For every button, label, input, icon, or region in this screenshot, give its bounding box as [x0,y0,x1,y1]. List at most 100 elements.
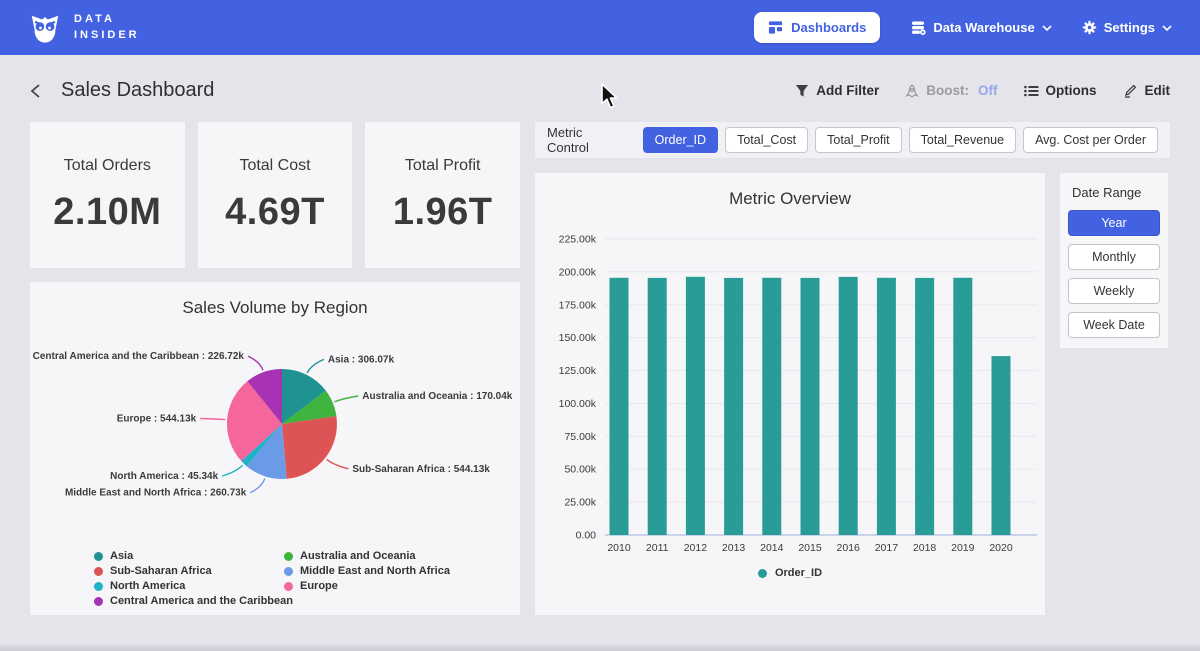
bar-2015[interactable] [801,278,820,535]
metric-option-total-revenue[interactable]: Total_Revenue [909,127,1016,153]
pie-legend-item-australia-and-oceania: Australia and Oceania [284,550,520,562]
header-actions: Add Filter Boost: Off Options [795,83,1170,98]
date-range-option-weekly[interactable]: Weekly [1068,278,1160,304]
pie-slice-label: Middle East and North Africa : 260.73k [65,488,247,499]
bar-2016[interactable] [839,277,858,535]
x-axis-tick: 2019 [951,542,975,554]
kpi-card-total-cost: Total Cost 4.69T [198,122,353,268]
bar-chart-card: Metric Overview 0.0025.00k50.00k75.00k10… [535,173,1045,615]
legend-dot [284,567,293,576]
add-filter-button[interactable]: Add Filter [795,83,879,98]
bar-chart[interactable]: 0.0025.00k50.00k75.00k100.00k125.00k150.… [535,211,1045,563]
boost-toggle[interactable]: Boost: Off [905,83,997,98]
nav-settings[interactable]: Settings [1082,20,1172,35]
y-axis-tick: 225.00k [559,234,597,246]
metric-option-total-cost[interactable]: Total_Cost [725,127,808,153]
chevron-down-icon [1162,25,1172,31]
gear-icon [1082,20,1097,35]
x-axis-tick: 2010 [607,542,631,554]
chevron-left-icon [30,83,41,99]
options-button[interactable]: Options [1024,83,1097,98]
pie-slice-sub-saharan-africa[interactable] [282,416,337,479]
options-label: Options [1046,83,1097,98]
bar-2018[interactable] [915,278,934,535]
bar-2012[interactable] [686,277,705,535]
y-axis-tick: 50.00k [564,464,596,476]
bar-2013[interactable] [724,278,743,535]
pie-slice-label: Asia : 306.07k [328,354,395,365]
charts-row: Metric Overview 0.0025.00k50.00k75.00k10… [535,173,1170,615]
bar-2019[interactable] [953,278,972,535]
brand-text: DATA INSIDER [74,12,140,44]
date-range-option-monthly[interactable]: Monthly [1068,244,1160,270]
nav-data-warehouse[interactable]: Data Warehouse [910,20,1051,36]
pie-legend-item-middle-east-and-north-africa: Middle East and North Africa [284,565,520,577]
legend-label: Order_ID [775,567,822,579]
legend-label: North America [110,580,185,592]
x-axis-tick: 2014 [760,542,784,554]
brand-line2: INSIDER [74,28,140,44]
legend-label: Asia [110,550,133,562]
bar-2020[interactable] [992,356,1011,535]
pie-label-line [200,419,225,420]
pie-label-line [327,459,349,468]
kpi-label: Total Cost [239,157,310,175]
kpi-value: 1.96T [393,191,493,234]
pie-legend-item-asia: Asia [94,550,284,562]
nav-dashboards-button[interactable]: Dashboards [754,12,880,43]
metric-control-buttons: Order_ID Total_Cost Total_Profit Total_Reve… [643,127,1158,153]
legend-dot [94,567,103,576]
pie-label-line [222,465,242,476]
bar-2017[interactable] [877,278,896,535]
back-button[interactable] [30,83,41,99]
rocket-icon [905,84,919,98]
metric-option-avg-cost-per-order[interactable]: Avg. Cost per Order [1023,127,1158,153]
nav-settings-label: Settings [1104,20,1155,35]
brand-line1: DATA [74,12,140,28]
legend-label: Central America and the Caribbean [110,595,293,607]
pie-chart-title: Sales Volume by Region [30,282,520,318]
page-header: Sales Dashboard Add Filter Boost: Off [0,55,1200,122]
brand-logo[interactable]: DATA INSIDER [28,11,140,45]
left-column: Total Orders 2.10M Total Cost 4.69T Tota… [30,122,520,615]
chevron-down-icon [1042,25,1052,31]
y-axis-tick: 125.00k [559,365,597,377]
kpi-value: 2.10M [53,191,161,234]
bar-2014[interactable] [762,278,781,535]
legend-dot [284,582,293,591]
pie-legend-item-europe: Europe [284,580,520,592]
x-axis-tick: 2013 [722,542,746,554]
pie-chart[interactable]: Asia : 306.07kAustralia and Oceania : 17… [30,320,520,550]
metric-option-order-id[interactable]: Order_ID [643,127,718,153]
options-list-icon [1024,85,1039,97]
right-column: Metric Control Order_ID Total_Cost Total_P… [535,122,1170,615]
pie-label-line [335,396,359,402]
date-range-option-week-date[interactable]: Week Date [1068,312,1160,338]
top-navbar: DATA INSIDER Dashboards [0,0,1200,55]
database-icon [910,20,926,36]
metric-option-total-profit[interactable]: Total_Profit [815,127,902,153]
legend-label: Middle East and North Africa [300,565,450,577]
bar-2011[interactable] [648,278,667,535]
metric-control-label: Metric Control [547,125,623,155]
kpi-row: Total Orders 2.10M Total Cost 4.69T Tota… [30,122,520,268]
legend-label: Australia and Oceania [300,550,416,562]
x-axis-tick: 2012 [684,542,708,554]
edit-button[interactable]: Edit [1123,83,1171,98]
legend-dot [284,552,293,561]
pencil-icon [1123,83,1138,98]
pie-label-line [307,359,324,373]
x-axis-tick: 2020 [989,542,1013,554]
legend-dot [94,597,103,606]
pie-slice-label: North America : 45.34k [110,471,218,482]
metric-control-bar: Metric Control Order_ID Total_Cost Total_P… [535,122,1170,158]
y-axis-tick: 200.00k [559,266,597,278]
pie-legend-item-north-america: North America [94,580,284,592]
y-axis-tick: 25.00k [564,497,596,509]
pie-chart-card: Sales Volume by Region Asia : 306.07kAus… [30,282,520,615]
owl-logo-icon [28,11,62,45]
date-range-option-year[interactable]: Year [1068,210,1160,236]
bar-2010[interactable] [610,278,629,535]
legend-label: Europe [300,580,338,592]
x-axis-tick: 2015 [798,542,822,554]
